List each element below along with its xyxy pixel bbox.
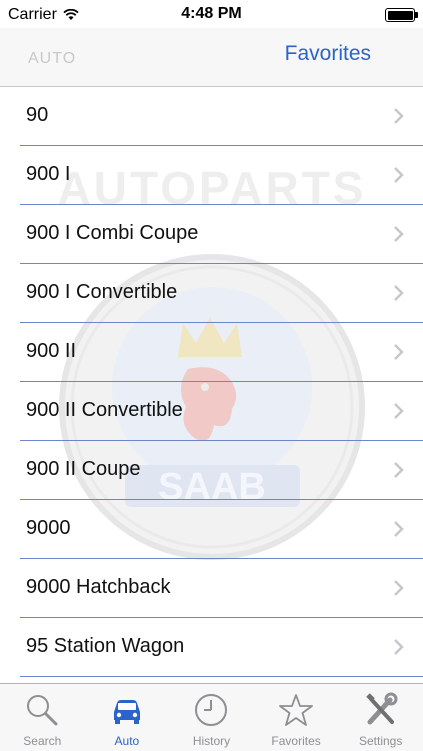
status-bar: Carrier 4:48 PM (0, 0, 423, 28)
list-item[interactable]: 900 I Convertible (20, 264, 423, 323)
tab-search-label: Search (23, 734, 62, 748)
status-time: 4:48 PM (181, 5, 242, 22)
chevron-right-icon (394, 285, 404, 301)
clock-icon (195, 694, 228, 726)
chevron-right-icon (394, 521, 404, 537)
list-item-label: 95 Station Wagon (26, 635, 185, 657)
chevron-right-icon (394, 403, 404, 419)
chevron-right-icon (394, 580, 404, 596)
tab-history-label: History (192, 734, 231, 748)
star-icon (279, 694, 313, 726)
tab-history[interactable]: History (169, 684, 254, 751)
list-item[interactable]: 900 II Convertible (20, 382, 423, 441)
chevron-right-icon (394, 344, 404, 360)
search-icon (27, 695, 58, 726)
list-item-label: 9000 (26, 517, 71, 539)
tab-settings[interactable]: Settings (338, 684, 423, 751)
tools-icon (365, 692, 398, 725)
tab-favorites[interactable]: Favorites (254, 684, 339, 751)
model-list: 90 900 I 900 I Combi Coupe 900 I Convertibl… (0, 87, 423, 677)
list-item[interactable]: 900 II (20, 323, 423, 382)
tab-settings-label: Settings (358, 734, 403, 748)
list-item[interactable]: 900 I (20, 146, 423, 205)
battery-icon (385, 8, 418, 22)
model-list-area[interactable]: AUTOPARTS SAAB 90 900 I 900 I Combi Coupe 9… (0, 87, 423, 683)
nav-ghost-title: AUTO (28, 50, 77, 67)
list-item-label: 9000 Hatchback (26, 576, 171, 598)
navigation-bar: AUTO Favorites (0, 28, 423, 87)
list-item-label: 900 I (26, 163, 71, 185)
list-item-label: 900 II (26, 340, 77, 362)
tab-auto[interactable]: Auto (85, 684, 170, 751)
list-item-label: 900 I Combi Coupe (26, 222, 199, 244)
battery-fill (387, 10, 413, 20)
list-item-label: 900 I Convertible (26, 281, 178, 303)
tab-auto-label: Auto (114, 734, 140, 748)
chevron-right-icon (394, 639, 404, 655)
list-item[interactable]: 900 II Coupe (20, 441, 423, 500)
list-item-label: 900 II Coupe (26, 458, 141, 480)
chevron-right-icon (394, 108, 404, 124)
chevron-right-icon (394, 462, 404, 478)
list-item-label: 900 II Convertible (26, 399, 183, 421)
tab-favorites-label: Favorites (271, 734, 321, 748)
favorites-nav-button[interactable]: Favorites (285, 42, 371, 66)
list-item[interactable]: 900 I Combi Coupe (20, 205, 423, 264)
tab-bar: Search Auto History Favorites Settings (0, 683, 423, 751)
chevron-right-icon (394, 167, 404, 183)
chevron-right-icon (394, 226, 404, 242)
list-item[interactable]: 9000 (20, 500, 423, 559)
list-item[interactable]: 90 (20, 87, 423, 146)
list-item[interactable]: 9000 Hatchback (20, 559, 423, 618)
list-item-label: 90 (26, 104, 49, 126)
list-item[interactable]: 95 Station Wagon (20, 618, 423, 677)
tab-search[interactable]: Search (0, 684, 85, 751)
car-icon (113, 700, 140, 724)
